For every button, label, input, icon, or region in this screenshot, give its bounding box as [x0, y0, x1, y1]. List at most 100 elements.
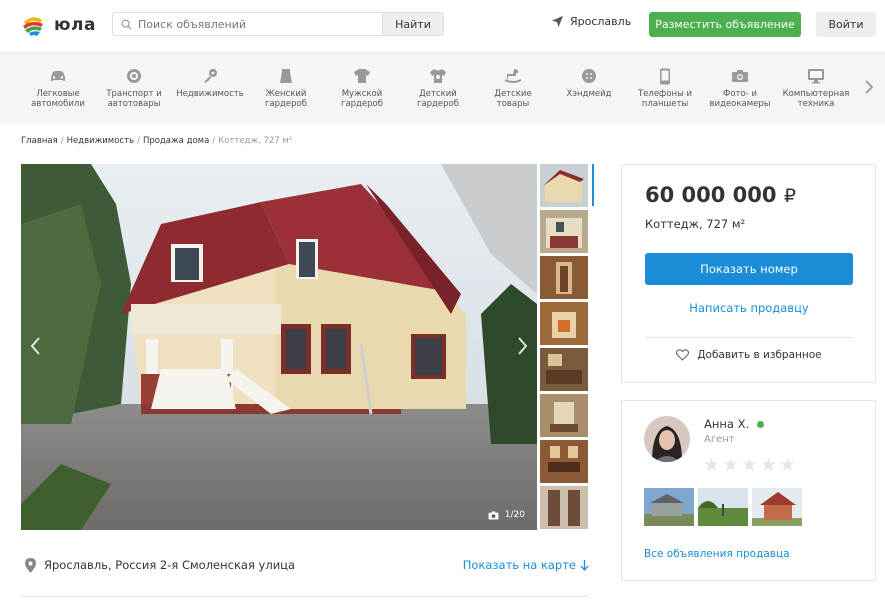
thumbnail[interactable]: [540, 394, 588, 437]
show-phone-button[interactable]: Показать номер: [645, 253, 853, 285]
post-ad-button[interactable]: Разместить объявление: [649, 12, 801, 37]
thumbnail-strip: [540, 164, 588, 530]
thumbnail[interactable]: [540, 164, 588, 207]
city-selector[interactable]: Ярославль: [551, 15, 631, 28]
currency-sign: ₽: [783, 185, 796, 207]
search-field[interactable]: [113, 13, 382, 35]
category-computers[interactable]: Компьютерная техника: [778, 67, 854, 109]
seller-name-row: Анна Х.: [704, 417, 765, 431]
star-icon: [742, 457, 757, 472]
photo-counter: 1/20: [488, 510, 525, 520]
category-kids-goods[interactable]: Детские товары: [475, 67, 551, 109]
logo-icon: [23, 17, 43, 36]
star-icon: [780, 457, 795, 472]
search-button[interactable]: Найти: [382, 13, 443, 35]
breadcrumb-house-sale[interactable]: Продажа дома: [143, 136, 209, 146]
category-label: Транспорт и автотовары: [106, 89, 162, 109]
header: юла Найти Ярославль Разместить объявлени…: [0, 0, 885, 52]
category-label: Недвижимость: [176, 89, 244, 99]
main-photo[interactable]: 1/20: [21, 164, 537, 530]
thumbnail[interactable]: [540, 256, 588, 299]
arrow-down-icon: [580, 559, 589, 571]
category-cameras[interactable]: Фото- и видеокамеры: [702, 67, 778, 109]
all-seller-ads-link[interactable]: Все объявления продавца: [644, 548, 790, 560]
seller-card: Анна Х. Агент Все объявления продавца: [621, 400, 876, 581]
search-icon: [121, 19, 132, 30]
seller-listing-thumbnail[interactable]: [698, 488, 748, 526]
favorite-label: Добавить в избранное: [697, 349, 822, 361]
monitor-icon: [807, 67, 825, 85]
house-photo: [21, 164, 537, 530]
star-icon: [704, 457, 719, 472]
shirt-icon: [353, 67, 371, 85]
thumbnail[interactable]: [540, 486, 588, 529]
category-kids-clothes[interactable]: Детский гардероб: [400, 67, 476, 109]
address-row: Ярославль, Россия 2-я Смоленская улица П…: [21, 552, 589, 578]
category-handmade[interactable]: Хэндмейд: [551, 67, 627, 99]
category-phones[interactable]: Телефоны и планшеты: [627, 67, 703, 109]
city-label: Ярославль: [570, 15, 632, 28]
thumbnail[interactable]: [540, 348, 588, 391]
chevron-right-icon[interactable]: [862, 79, 876, 95]
seller-listing-thumbnail[interactable]: [752, 488, 802, 526]
price: 60 000 000 ₽: [645, 183, 796, 207]
chevron-right-icon[interactable]: [515, 336, 529, 356]
category-cars[interactable]: Легковые автомобили: [20, 67, 96, 109]
listing-title: Коттедж, 727 м²: [645, 217, 746, 231]
breadcrumb: Главная / Недвижимость / Продажа дома / Кот…: [21, 136, 293, 146]
category-bar: Легковые автомобили Транспорт и автотова…: [0, 52, 885, 123]
show-on-map-label: Показать на карте: [462, 558, 576, 572]
category-label: Женский гардероб: [264, 89, 307, 109]
seller-listings-thumbnails: [644, 488, 806, 526]
heart-icon: [676, 349, 690, 361]
price-card: 60 000 000 ₽ Коттедж, 727 м² Показать но…: [621, 164, 876, 383]
thumbnail[interactable]: [540, 440, 588, 483]
category-label: Фото- и видеокамеры: [709, 89, 771, 109]
category-realty[interactable]: Недвижимость: [172, 67, 248, 99]
divider: [21, 596, 589, 597]
key-icon: [201, 67, 219, 85]
login-button[interactable]: Войти: [816, 12, 876, 37]
thumbnail-scrollbar[interactable]: [592, 164, 594, 206]
category-transport[interactable]: Транспорт и автотовары: [96, 67, 172, 109]
thumbnail[interactable]: [540, 210, 588, 253]
category-men[interactable]: Мужской гардероб: [324, 67, 400, 109]
category-label: Хэндмейд: [566, 89, 612, 99]
skirt-icon: [277, 67, 295, 85]
location-arrow-icon: [551, 15, 564, 28]
category-women[interactable]: Женский гардероб: [248, 67, 324, 109]
seller-role: Агент: [704, 434, 735, 445]
price-value: 60 000 000: [645, 183, 777, 207]
category-label: Мужской гардероб: [340, 89, 383, 109]
thumbnail[interactable]: [540, 302, 588, 345]
category-label: Компьютерная техника: [782, 89, 850, 109]
divider: [645, 337, 853, 338]
add-to-favorites-button[interactable]: Добавить в избранное: [645, 349, 853, 361]
chevron-left-icon[interactable]: [29, 336, 43, 356]
phone-icon: [656, 67, 674, 85]
kids-shirt-icon: [429, 67, 447, 85]
logo[interactable]: юла: [20, 12, 100, 38]
avatar[interactable]: [644, 416, 690, 462]
show-on-map-link[interactable]: Показать на карте: [463, 558, 589, 572]
category-label: Легковые автомобили: [31, 89, 85, 109]
camera-icon: [488, 510, 499, 520]
search-bar: Найти: [112, 12, 444, 36]
star-icon: [723, 457, 738, 472]
category-label: Детские товары: [494, 89, 532, 109]
breadcrumb-home[interactable]: Главная: [21, 136, 58, 146]
online-status-dot: [757, 420, 765, 428]
write-seller-link[interactable]: Написать продавцу: [645, 301, 853, 315]
wheel-icon: [125, 67, 143, 85]
breadcrumb-realty[interactable]: Недвижимость: [67, 136, 134, 146]
car-icon: [49, 67, 67, 85]
seller-name[interactable]: Анна Х.: [704, 417, 749, 431]
seller-listing-thumbnail[interactable]: [644, 488, 694, 526]
search-input[interactable]: [138, 17, 368, 31]
rocking-horse-icon: [504, 67, 522, 85]
camera-icon: [731, 67, 749, 85]
address-text: Ярославль, Россия 2-я Смоленская улица: [44, 558, 296, 572]
location-pin-icon: [25, 557, 36, 573]
category-label: Телефоны и планшеты: [637, 89, 693, 109]
rating-stars: [704, 457, 799, 472]
